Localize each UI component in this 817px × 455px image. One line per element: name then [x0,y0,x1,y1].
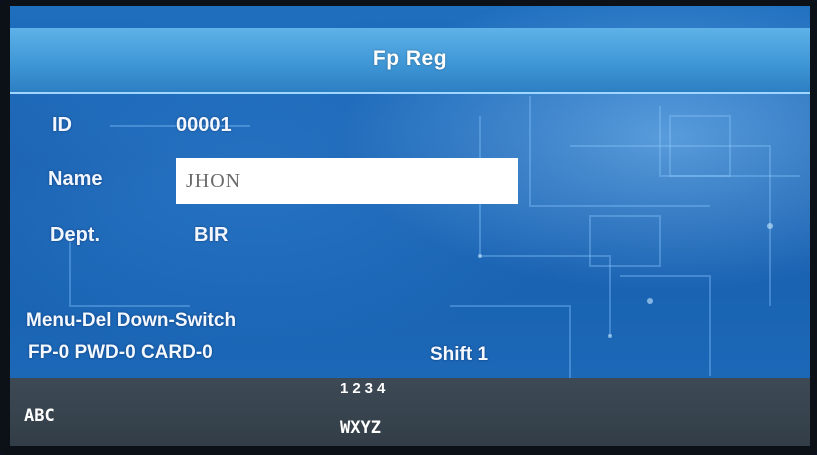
shift-indicator: Shift 1 [430,344,489,365]
title-bar: Fp Reg [10,28,810,94]
device-bezel: Fp Reg ID 00001 Name Dept. BIR Menu-Del … [0,0,817,455]
key-hint: Menu-Del Down-Switch [26,310,237,331]
id-label: ID [52,114,72,136]
input-method-bar: 1234 ABC WXYZ [10,378,810,446]
name-field[interactable] [176,158,518,204]
input-mode: ABC [24,406,55,426]
letter-candidates: WXYZ [340,418,381,438]
name-label: Name [48,168,103,190]
enroll-counts: FP-0 PWD-0 CARD-0 [28,342,213,363]
id-value: 00001 [176,114,232,136]
dept-label: Dept. [50,224,100,246]
digit-candidates: 1234 [340,380,390,397]
page-title: Fp Reg [372,47,448,70]
dept-value: BIR [194,224,229,246]
device-screen: Fp Reg ID 00001 Name Dept. BIR Menu-Del … [10,6,810,446]
